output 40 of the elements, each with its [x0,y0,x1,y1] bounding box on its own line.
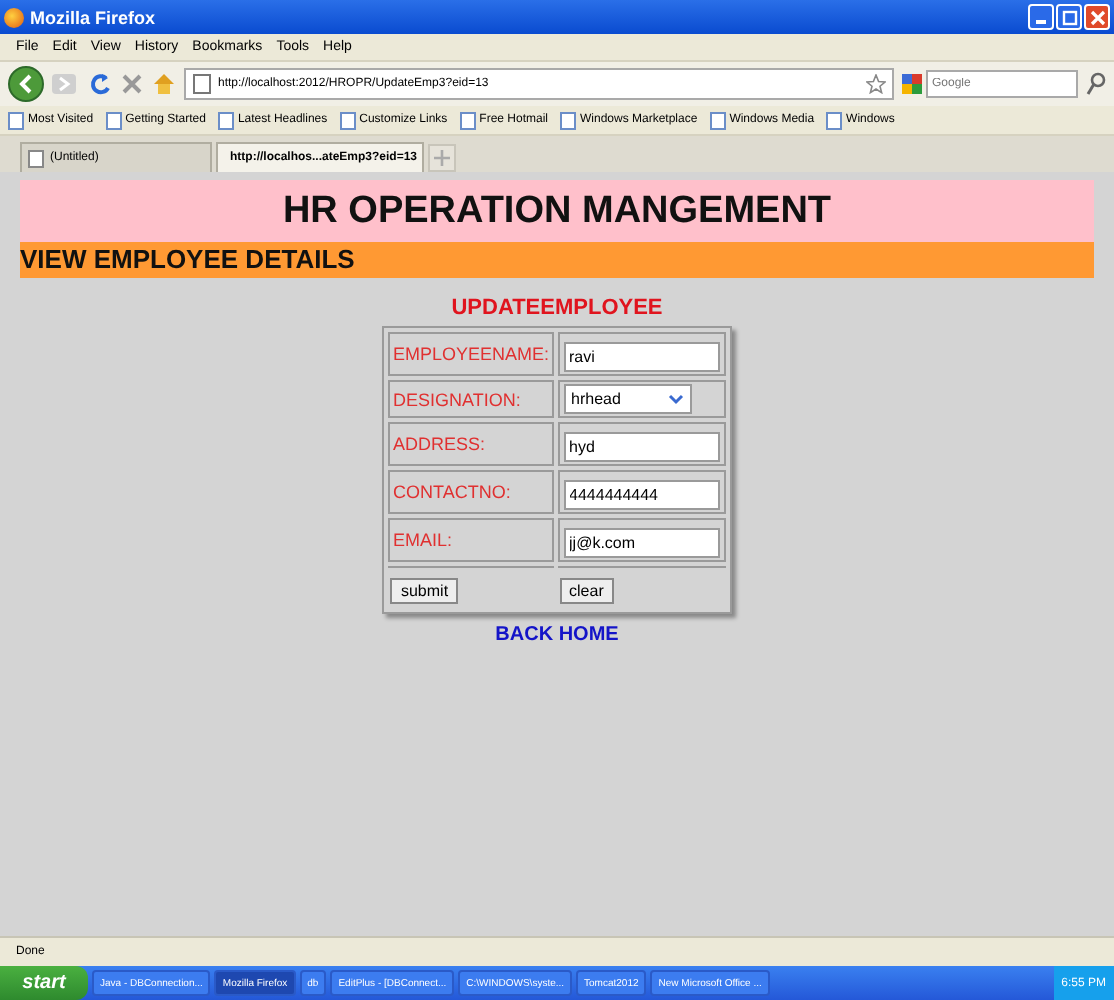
page-icon [709,111,726,129]
page-icon [28,149,44,167]
page-icon [8,111,24,129]
search-icon[interactable] [1086,72,1106,96]
close-icon [1089,9,1105,25]
maximize-icon [1061,9,1077,25]
form-title: UPDATEEMPLOYEE [451,296,663,320]
input-field[interactable]: ravi [563,342,720,372]
page-icon [339,111,356,129]
page-header: HR OPERATION MANGEMENT [20,180,1094,242]
close-button[interactable] [1084,4,1110,30]
back-home-link[interactable]: BACK HOME [495,624,619,646]
star-icon[interactable] [866,74,886,94]
reload-icon[interactable] [88,72,112,96]
field-label: EMAIL: [388,518,554,562]
minimize-button[interactable] [1028,4,1054,30]
field-label: EMPLOYEENAME: [388,332,554,376]
window-title: Mozilla Firefox [30,7,158,27]
input-field[interactable]: 4444444444 [563,480,720,510]
section-bar: VIEW EMPLOYEE DETAILS [20,242,1094,278]
firefox-logo-icon [4,7,24,27]
form-button[interactable]: clear [559,578,614,604]
caret-icon [667,393,684,405]
plus-icon [434,150,450,166]
stop-icon[interactable] [120,72,144,96]
field-label: DESIGNATION: [388,380,554,418]
page-icon [459,111,476,129]
input-field[interactable]: jj@k.com [563,528,720,558]
maximize-button[interactable] [1056,4,1082,30]
form-button[interactable]: submit [390,578,459,604]
page-icon [560,111,576,129]
page-icon [826,111,843,129]
back-button[interactable] [8,66,44,102]
minimize-icon [1036,20,1046,24]
field-label: CONTACTNO: [388,470,554,514]
dropdown[interactable]: hrhead [563,384,692,414]
input-field[interactable]: hyd [563,432,720,462]
page-icon [105,111,122,129]
field-label: ADDRESS: [388,422,554,466]
google-icon[interactable] [902,74,922,94]
